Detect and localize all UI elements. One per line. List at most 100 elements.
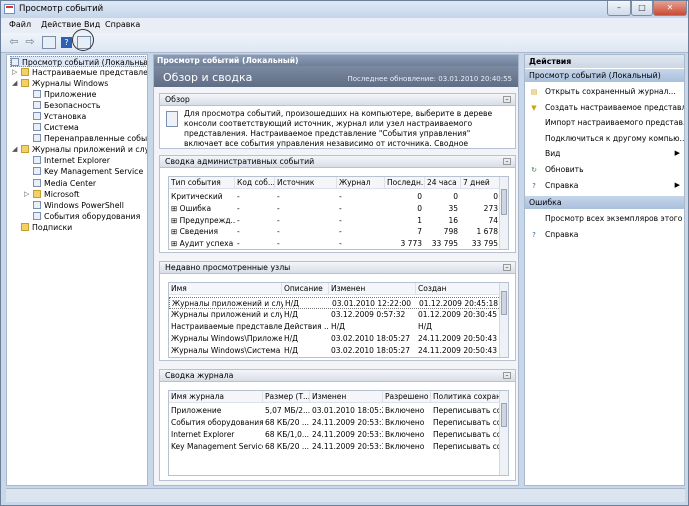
table-cell: - — [277, 215, 280, 225]
menu-help[interactable]: Справка — [105, 20, 140, 29]
scrollbar-thumb[interactable] — [501, 291, 507, 315]
collapse-icon[interactable]: – — [503, 96, 511, 103]
table-row[interactable]: ⊞ Предупрежд... - - -1 16 74 — [169, 215, 501, 227]
action-item[interactable]: Подключиться к другому компью... — [525, 132, 684, 145]
expand-icon[interactable]: ▷ — [12, 67, 17, 78]
column-header[interactable]: Код соб... — [235, 177, 275, 189]
help-icon[interactable]: ? — [61, 37, 72, 48]
column-header[interactable]: Изменен — [310, 391, 383, 403]
menu-view[interactable]: Вид — [84, 20, 100, 29]
action-item[interactable]: ? Справка ▶ — [525, 179, 684, 192]
admin-events-header[interactable]: Сводка административных событий – — [160, 156, 515, 168]
tree-item[interactable]: ◢ Журналы приложений и служб — [12, 144, 147, 155]
table-row[interactable]: Журналы приложений и слу... Н/Д 03.12.2009… — [169, 309, 501, 321]
scrollbar-thumb[interactable] — [501, 189, 507, 215]
column-header[interactable]: Размер (Т... — [263, 391, 310, 403]
table-row[interactable]: Internet Explorer 68 КБ/1,0... 24.11.2009 … — [169, 429, 501, 441]
column-header[interactable]: Тип события — [169, 177, 235, 189]
table-cell: Internet Explorer — [171, 430, 235, 439]
tree-item[interactable]: Система — [33, 122, 79, 133]
vertical-scrollbar[interactable] — [499, 283, 508, 357]
vertical-scrollbar[interactable] — [499, 177, 508, 249]
tree-item[interactable]: Internet Explorer — [33, 155, 110, 166]
action-item[interactable]: Вид ▶ — [525, 147, 684, 160]
column-header[interactable]: Источник — [275, 177, 337, 189]
forward-arrow-icon[interactable]: ⇨ — [23, 36, 37, 49]
table-row[interactable]: ⊞ Аудит успеха - - -3 773 33 795 33 795 — [169, 238, 501, 249]
minimize-button[interactable]: – — [607, 1, 631, 16]
column-header[interactable]: Создан — [416, 283, 504, 295]
page-title: Обзор и сводка — [163, 71, 253, 84]
table-row[interactable]: Журналы Windows\Приложе... Н/Д 03.02.2010 … — [169, 333, 501, 345]
table-cell: 68 КБ/20 ... — [265, 442, 310, 451]
tree-item-label: Подписки — [32, 222, 73, 232]
tree-item[interactable]: Перенаправленные события — [33, 133, 147, 144]
table-row[interactable]: Журналы приложений и слу... Н/Д 03.01.2010… — [169, 297, 501, 309]
column-header[interactable]: Политика сохране — [431, 391, 503, 403]
collapse-icon[interactable]: – — [503, 158, 511, 165]
table-row[interactable]: Журналы Windows\Система Н/Д 03.02.2010 18:… — [169, 345, 501, 357]
maximize-button[interactable]: □ — [631, 1, 653, 16]
column-header[interactable]: 24 часа — [425, 177, 461, 189]
overview-header[interactable]: Обзор – — [160, 94, 515, 106]
table-row[interactable]: Критический - - - 0 0 0 — [169, 191, 501, 203]
table-row[interactable]: Настраиваемые представлен...Действия ...… — [169, 321, 501, 333]
action-item[interactable]: ▼ Создать настраиваемое представл... — [525, 101, 684, 114]
log-summary-header[interactable]: Сводка журнала – — [160, 370, 515, 382]
recent-nodes-table[interactable]: Имя Описание Изменен Создан Журналы приложен… — [168, 282, 509, 358]
collapse-tree-icon[interactable]: ◢ — [12, 144, 17, 155]
table-row[interactable]: ⊞ Ошибка - - - 0 35 273 — [169, 203, 501, 215]
tree-item[interactable]: События оборудования — [33, 211, 140, 222]
action-item[interactable]: Импорт настраиваемого представ... — [525, 116, 684, 129]
vertical-scrollbar[interactable] — [499, 391, 508, 475]
table-cell: 24.11.2009 20:53:33 — [312, 430, 383, 439]
action-item[interactable]: Просмотр всех экземпляров этого ... — [525, 212, 684, 225]
column-header[interactable]: 7 дней — [461, 177, 501, 189]
table-cell: - — [339, 192, 342, 201]
tree-item[interactable]: ▷ Microsoft — [24, 189, 79, 200]
table-row[interactable]: Key Management Service 68 КБ/20 ... 24.11.… — [169, 441, 501, 453]
tree-item[interactable]: ◢ Журналы Windows — [12, 78, 108, 89]
column-header[interactable]: Имя журнала — [169, 391, 263, 403]
tree-item[interactable]: Windows PowerShell — [33, 200, 124, 211]
column-header[interactable]: Журнал — [337, 177, 385, 189]
menu-file[interactable]: Файл — [9, 20, 31, 29]
close-button[interactable]: ✕ — [653, 1, 687, 16]
table-row[interactable]: События оборудования 68 КБ/20 ... 24.11.20… — [169, 417, 501, 429]
collapse-icon[interactable]: – — [503, 372, 511, 379]
show-hide-tree-icon[interactable] — [42, 36, 56, 49]
tree-item[interactable]: ▷ Настраиваемые представлен — [12, 67, 147, 78]
actions-group-error[interactable]: Ошибка — [525, 196, 684, 209]
action-item[interactable]: ▤ Открыть сохраненный журнал... — [525, 85, 684, 98]
column-header[interactable]: Описание — [282, 283, 329, 295]
column-header[interactable]: Последн... — [385, 177, 425, 189]
scrollbar-thumb[interactable] — [501, 403, 507, 427]
actions-group-local[interactable]: Просмотр событий (Локальный) — [525, 69, 684, 82]
tree-root[interactable]: Просмотр событий (Локальный) — [10, 56, 147, 67]
column-header[interactable]: Изменен — [329, 283, 416, 295]
back-arrow-icon[interactable]: ⇦ — [7, 36, 21, 49]
expand-icon[interactable]: ▷ — [24, 189, 29, 200]
admin-events-table[interactable]: Тип события Код соб... Источник Журнал После… — [168, 176, 509, 250]
tree-item[interactable]: Приложение — [33, 89, 96, 100]
action-label: Справка — [545, 229, 579, 239]
tree-item[interactable]: Безопасность — [33, 100, 101, 111]
table-cell: - — [237, 215, 240, 225]
collapse-icon[interactable]: – — [503, 264, 511, 271]
collapse-tree-icon[interactable]: ◢ — [12, 78, 17, 89]
tree-item[interactable]: Подписки — [21, 222, 72, 233]
action-item[interactable]: ? Справка — [525, 228, 684, 241]
column-header[interactable]: Имя — [169, 283, 282, 295]
column-header[interactable]: Разрешено — [383, 391, 431, 403]
tree-item-label: Установка — [44, 112, 87, 122]
tree-item[interactable]: Key Management Service — [33, 166, 143, 177]
tree-item[interactable]: Media Center — [33, 178, 96, 189]
table-row[interactable]: Приложение 5,07 МБ/2...03.01.2010 18:05:2… — [169, 405, 501, 417]
log-summary-table[interactable]: Имя журнала Размер (Т... Изменен Разрешено П… — [168, 390, 509, 476]
menu-action[interactable]: Действие — [41, 20, 81, 29]
tree-item[interactable]: Установка — [33, 111, 86, 122]
action-item[interactable]: ↻ Обновить — [525, 163, 684, 176]
summary-scroll-area[interactable]: Обзор – Для просмотра событий, произошедш… — [154, 87, 518, 485]
table-row[interactable]: ⊞ Сведения - - - 7 798 1 678 — [169, 226, 501, 238]
recent-nodes-header[interactable]: Недавно просмотренные узлы – — [160, 262, 515, 274]
